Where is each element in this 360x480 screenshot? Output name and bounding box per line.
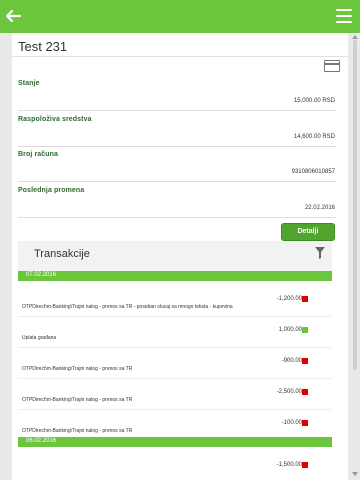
transaction-amount: -900.00 [281,358,302,364]
transaction-description: OTPDirect\m-Banking\Trajni nalog - preno… [22,304,233,310]
arrow-left-icon[interactable] [4,7,22,25]
balance-field: Stanje 15,000.00 RSD [12,80,348,112]
date-group-header: 07.02.2016 [18,271,332,281]
status-square-icon [302,296,308,302]
status-square-icon [302,358,308,364]
transaction-description: OTPDirect\m-Banking\Trajni nalog - preno… [22,428,133,434]
details-button[interactable]: Detalji [281,223,335,241]
credit-card-icon[interactable] [324,60,340,72]
divider [18,181,336,182]
balance-value: 15,000.00 RSD [293,98,335,104]
divider [12,56,348,57]
account-title: Test 231 [18,39,68,54]
hamburger-menu-icon[interactable] [336,9,352,23]
account-number-value: 9310806010857 [291,169,335,175]
last-change-value: 22.02.2016 [304,205,335,211]
divider [18,110,336,111]
transaction-description: Uplata građana [22,335,57,341]
divider [18,217,336,218]
transactions-header: Transakcije [18,241,332,271]
transaction-amount: -1,500.00 [276,462,302,468]
balance-label: Stanje [18,80,40,87]
available-funds-field: Raspoloživa sredstva 14,600.00 RSD [12,116,348,148]
account-panel: Test 231 Stanje 15,000.00 RSD Raspoloživ… [12,33,348,480]
transaction-amount: -100.00 [281,420,302,426]
date-group-header: 06.02.2016 [18,437,332,447]
app-header [0,0,360,33]
transaction-amount: -2,500.00 [276,389,302,395]
status-square-icon [302,327,308,333]
date-group-label: 07.02.2016 [26,272,57,278]
status-square-icon [302,462,308,468]
scroll-up-arrow-icon[interactable] [352,35,358,39]
filter-funnel-icon[interactable] [315,247,325,259]
divider [18,146,336,147]
transaction-amount: 1,000.00 [278,327,302,333]
transaction-row[interactable]: -900.00 OTPDirect\m-Banking\Trajni nalog… [18,348,332,379]
available-funds-label: Raspoloživa sredstva [18,116,92,123]
last-change-field: Poslednja promena 22.02.2016 [12,187,348,219]
date-group-label: 06.02.2016 [26,438,57,444]
status-square-icon [302,389,308,395]
scroll-down-arrow-icon[interactable] [352,472,358,476]
transaction-row[interactable]: 1,000.00 Uplata građana [18,317,332,348]
account-number-field: Broj računa 9310806010857 [12,151,348,183]
transactions-title: Transakcije [34,248,90,260]
status-square-icon [302,420,308,426]
transaction-description: OTPDirect\m-Banking\Trajni nalog - preno… [22,397,133,403]
account-number-label: Broj računa [18,151,58,158]
transaction-row[interactable]: -1,500.00 [18,452,332,480]
transaction-row[interactable]: -1,200.00 OTPDirect\m-Banking\Trajni nal… [18,286,332,317]
transaction-row[interactable]: -2,500.00 OTPDirect\m-Banking\Trajni nal… [18,379,332,410]
transaction-description: OTPDirect\m-Banking\Trajni nalog - preno… [22,366,133,372]
last-change-label: Poslednja promena [18,187,85,194]
available-funds-value: 14,600.00 RSD [293,134,335,140]
transaction-amount: -1,200.00 [276,296,302,302]
scrollbar[interactable] [353,40,357,370]
